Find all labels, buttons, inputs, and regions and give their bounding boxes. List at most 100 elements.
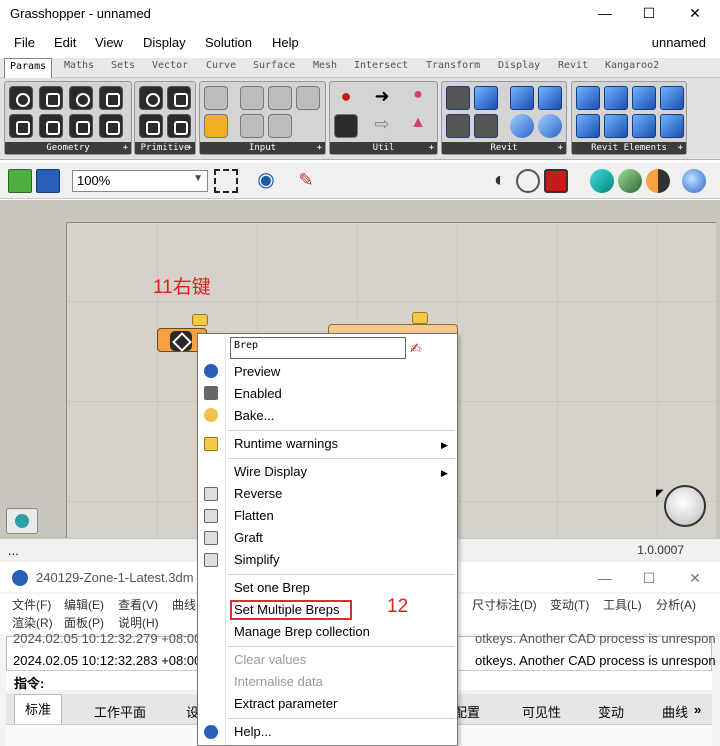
menu-file[interactable]: File [14, 35, 35, 50]
menu-display[interactable]: Display [143, 35, 186, 50]
menu-item-bake[interactable]: Bake... [234, 408, 274, 423]
rhino-menu-file[interactable]: 文件(F) [12, 596, 51, 613]
rhino-menu-curve[interactable]: 曲线 [172, 596, 196, 613]
menu-item-wire-display[interactable]: Wire Display [234, 464, 307, 479]
menu-item-reverse[interactable]: Reverse [234, 486, 282, 501]
arc-param-icon[interactable] [69, 86, 93, 110]
element-icon-4[interactable] [660, 86, 684, 110]
menu-help[interactable]: Help [272, 35, 299, 50]
close-button[interactable]: ✕ [680, 3, 710, 23]
circle-param-icon[interactable] [39, 86, 63, 110]
preview-mode-icon[interactable]: ◐ [488, 169, 512, 193]
menu-item-simplify[interactable]: Simplify [234, 552, 280, 567]
number-param-icon[interactable] [139, 114, 163, 138]
integer-param-icon[interactable] [167, 86, 191, 110]
menu-item-manage-brep-collection[interactable]: Manage Brep collection [234, 624, 370, 639]
rhino-tab-cplanes[interactable]: 工作平面 [94, 702, 146, 721]
document-preview-icon[interactable] [590, 169, 614, 193]
minimize-button[interactable]: — [590, 3, 620, 23]
zoom-dropdown[interactable]: 100% ▼ [72, 170, 208, 192]
rhino-menu-transform[interactable]: 变动(T) [550, 596, 589, 613]
menu-solution[interactable]: Solution [205, 35, 252, 50]
tab-mesh[interactable]: Mesh [313, 60, 337, 71]
paint-icon[interactable]: ✍ [410, 340, 422, 357]
tab-kangaroo2[interactable]: Kangaroo2 [605, 60, 659, 71]
element-icon-6[interactable] [604, 114, 628, 138]
menu-view[interactable]: View [95, 35, 123, 50]
tab-revit[interactable]: Revit [558, 60, 588, 71]
eye-icon[interactable]: ◉ [254, 169, 278, 193]
rhino-menu-render[interactable]: 渲染(R) [12, 614, 53, 631]
list-icon[interactable] [268, 114, 292, 138]
cherry-icon[interactable]: ● [334, 86, 358, 110]
vector-param-icon[interactable] [9, 114, 33, 138]
point-param-icon[interactable] [9, 86, 33, 110]
tab-maths[interactable]: Maths [64, 60, 94, 71]
element-icon-5[interactable] [576, 114, 600, 138]
rhino-menu-tools[interactable]: 工具(L) [603, 596, 642, 613]
menu-edit[interactable]: Edit [54, 35, 76, 50]
rhino-tab-standard[interactable]: 标准 [14, 694, 63, 724]
rhino-menu-analyze[interactable]: 分析(A) [656, 596, 696, 613]
save-file-icon[interactable] [36, 169, 60, 193]
element-icon-1[interactable] [576, 86, 600, 110]
panel-icon[interactable] [204, 86, 228, 110]
selected-preview-icon[interactable] [618, 169, 642, 193]
toggle-icon[interactable] [240, 86, 264, 110]
rhino-menu-view[interactable]: 查看(V) [118, 596, 158, 613]
element-icon-7[interactable] [632, 114, 656, 138]
menu-item-flatten[interactable]: Flatten [234, 508, 274, 523]
menu-item-enabled[interactable]: Enabled [234, 386, 282, 401]
menu-item-runtime-warnings[interactable]: Runtime warnings [234, 436, 338, 451]
curve-param-icon[interactable] [39, 114, 63, 138]
rhino-tab-transform[interactable]: 变动 [598, 702, 624, 721]
rhino-maximize-button[interactable]: ☐ [634, 568, 664, 588]
element-icon-2[interactable] [604, 86, 628, 110]
wireframe-icon[interactable] [516, 169, 540, 193]
sketch-icon[interactable]: ✎ [294, 169, 318, 193]
tab-display[interactable]: Display [498, 60, 540, 71]
revit-cubes-icon[interactable] [510, 86, 534, 110]
zoom-extents-icon[interactable] [214, 169, 238, 193]
tab-intersect[interactable]: Intersect [354, 60, 408, 71]
arrow-right-icon[interactable]: ➜ [370, 86, 394, 110]
tab-sets[interactable]: Sets [111, 60, 135, 71]
more-tabs-icon[interactable]: » [694, 702, 701, 717]
menu-item-preview[interactable]: Preview [234, 364, 280, 379]
boolean-param-icon[interactable] [139, 86, 163, 110]
revit-cube-icon[interactable] [538, 86, 562, 110]
rhino-tab-curve[interactable]: 曲线 [662, 702, 688, 721]
element-icon-8[interactable] [660, 114, 684, 138]
brep-param-icon[interactable] [99, 114, 123, 138]
slider-icon[interactable] [268, 86, 292, 110]
button-param-icon[interactable] [240, 114, 264, 138]
tab-params[interactable]: Params [4, 58, 53, 78]
rhino-menu-panels[interactable]: 面板(P) [64, 614, 104, 631]
revit-at-icon[interactable] [538, 114, 562, 138]
menu-item-set-one-brep[interactable]: Set one Brep [234, 580, 310, 595]
line-param-icon[interactable] [69, 114, 93, 138]
tab-transform[interactable]: Transform [426, 60, 480, 71]
rhino-menu-help[interactable]: 说明(H) [118, 614, 159, 631]
text-param-icon[interactable] [167, 114, 191, 138]
navigation-ball-icon[interactable] [664, 485, 706, 527]
rhino-menu-dimension[interactable]: 尺寸标注(D) [472, 596, 537, 613]
tab-surface[interactable]: Surface [253, 60, 295, 71]
open-file-icon[interactable] [8, 169, 32, 193]
menu-item-extract-parameter[interactable]: Extract parameter [234, 696, 337, 711]
menu-item-help[interactable]: Help... [234, 724, 272, 739]
maximize-button[interactable]: ☐ [634, 3, 664, 23]
flask-icon[interactable]: ▲ [406, 114, 430, 138]
revit-type-icon[interactable] [474, 114, 498, 138]
arrow-outline-icon[interactable]: ⇨ [370, 114, 394, 138]
shaded-preview-icon[interactable] [544, 169, 568, 193]
revit-category-icon[interactable] [446, 86, 470, 110]
tab-vector[interactable]: Vector [152, 60, 188, 71]
rhino-tab-visibility[interactable]: 可见性 [522, 702, 561, 721]
box-param-icon[interactable] [99, 86, 123, 110]
rhino-menu-edit[interactable]: 编辑(E) [64, 596, 104, 613]
revit-link-icon[interactable] [510, 114, 534, 138]
menu-item-graft[interactable]: Graft [234, 530, 263, 545]
param-name-input[interactable]: Brep [230, 337, 406, 359]
check-icon[interactable] [296, 86, 320, 110]
